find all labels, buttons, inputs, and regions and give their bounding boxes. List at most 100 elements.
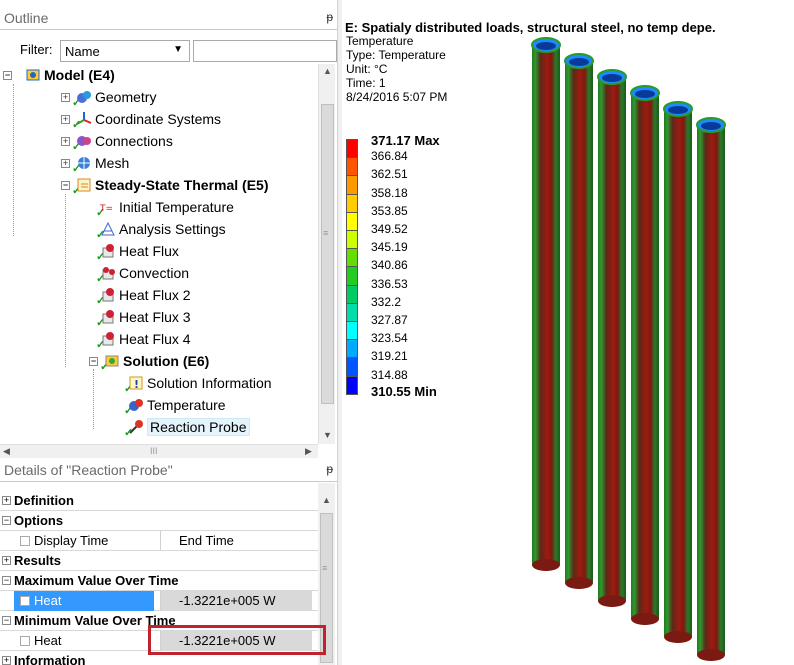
collapse-icon[interactable]: − bbox=[2, 516, 11, 525]
reaction-probe-icon bbox=[128, 419, 144, 435]
filter-input[interactable] bbox=[193, 40, 337, 62]
heat-flux-icon bbox=[100, 287, 116, 303]
expand-icon[interactable]: + bbox=[2, 496, 11, 505]
expand-icon[interactable]: + bbox=[61, 93, 70, 102]
legend-value-label: 349.52 bbox=[371, 222, 408, 236]
pin-icon[interactable]: ᵽ bbox=[326, 10, 333, 24]
pipe[interactable] bbox=[597, 69, 627, 607]
legend-value-label: 327.87 bbox=[371, 313, 408, 327]
thermal-analysis-icon bbox=[76, 177, 92, 193]
legend-swatch bbox=[346, 321, 358, 341]
model-icon bbox=[25, 67, 41, 83]
filter-row: Filter: Name ▼ bbox=[20, 40, 337, 62]
filter-select-value: Name bbox=[65, 44, 100, 59]
collapse-icon[interactable]: − bbox=[3, 71, 12, 80]
expand-icon[interactable]: + bbox=[61, 115, 70, 124]
highlight-annotation-box bbox=[148, 625, 326, 655]
pipe-body bbox=[631, 93, 659, 619]
legend-swatch bbox=[346, 230, 358, 250]
legend-swatch bbox=[346, 302, 358, 322]
legend-value-label: 319.21 bbox=[371, 349, 408, 364]
details-category-maximum-value[interactable]: − Maximum Value Over Time bbox=[0, 571, 318, 591]
legend-swatch bbox=[346, 357, 358, 377]
expand-icon[interactable]: + bbox=[61, 159, 70, 168]
pipe-inner bbox=[536, 42, 556, 50]
pipe-bottom bbox=[598, 595, 626, 607]
pipe[interactable] bbox=[630, 85, 660, 625]
pin-icon[interactable]: ᵽ bbox=[326, 462, 333, 476]
temperature-result-icon bbox=[128, 397, 144, 413]
collapse-icon[interactable]: − bbox=[61, 181, 70, 190]
details-category-definition[interactable]: + Definition bbox=[0, 491, 318, 511]
pipe-bottom bbox=[697, 649, 725, 661]
pipe-inner bbox=[701, 122, 721, 130]
pipe[interactable] bbox=[531, 37, 561, 571]
heat-flux-icon bbox=[100, 243, 116, 259]
parameter-checkbox[interactable] bbox=[20, 596, 30, 606]
pipe-bottom bbox=[565, 577, 593, 589]
pipe-body bbox=[697, 125, 725, 655]
expand-icon[interactable]: + bbox=[2, 656, 11, 665]
display-time-value[interactable]: End Time bbox=[160, 531, 312, 551]
pipe[interactable] bbox=[663, 101, 693, 643]
scroll-right-icon[interactable]: ▶ bbox=[305, 446, 312, 457]
legend-value-label: 353.85 bbox=[371, 203, 408, 218]
pipe[interactable] bbox=[696, 117, 726, 661]
expand-icon[interactable]: + bbox=[61, 137, 70, 146]
max-heat-value: -1.3221e+005 W bbox=[160, 591, 312, 611]
scroll-down-icon[interactable]: ▼ bbox=[323, 430, 332, 440]
details-panel-title: Details of "Reaction Probe" ᵽ bbox=[0, 460, 337, 482]
solution-information-icon: ! bbox=[128, 375, 144, 391]
svg-text:T=: T= bbox=[100, 204, 113, 214]
parameter-checkbox[interactable] bbox=[20, 536, 30, 546]
legend-swatch bbox=[346, 284, 358, 304]
legend-swatch bbox=[346, 339, 358, 359]
scroll-up-icon[interactable]: ▲ bbox=[323, 66, 332, 76]
legend-swatch bbox=[346, 266, 358, 286]
parameter-checkbox[interactable] bbox=[20, 636, 30, 646]
legend-value-label: 366.84 bbox=[371, 149, 408, 164]
legend-swatch bbox=[346, 211, 358, 231]
scroll-grip-icon: ≡ bbox=[322, 563, 328, 573]
convection-icon bbox=[100, 265, 116, 281]
filter-select[interactable]: Name ▼ bbox=[60, 40, 190, 62]
details-category-options[interactable]: − Options bbox=[0, 511, 318, 531]
analysis-settings-icon bbox=[100, 221, 116, 237]
legend-value-label: 314.88 bbox=[371, 367, 408, 382]
pipe-inner bbox=[602, 74, 622, 82]
mesh-icon bbox=[76, 155, 92, 171]
collapse-icon[interactable]: − bbox=[2, 576, 11, 585]
scroll-up-icon[interactable]: ▲ bbox=[322, 495, 331, 505]
svg-text:!: ! bbox=[134, 378, 139, 391]
legend-value-label: 345.19 bbox=[371, 240, 408, 255]
legend-value-label: 340.86 bbox=[371, 258, 408, 273]
pipe[interactable] bbox=[564, 53, 594, 589]
pipe-model[interactable] bbox=[342, 0, 794, 665]
expand-icon[interactable]: + bbox=[2, 556, 11, 565]
collapse-icon[interactable]: − bbox=[2, 616, 11, 625]
pipe-body bbox=[565, 61, 593, 583]
legend-value-label: 358.18 bbox=[371, 185, 408, 200]
heat-flux-icon bbox=[100, 309, 116, 325]
details-row-display-time[interactable]: Display Time End Time bbox=[0, 531, 318, 551]
scroll-grip-text: III bbox=[150, 446, 158, 456]
details-title-text: Details of "Reaction Probe" bbox=[4, 462, 173, 478]
legend-swatch bbox=[346, 248, 358, 268]
legend-value-label: 332.2 bbox=[371, 294, 402, 309]
outline-tree: − Model (E4) + ✓ Geometry + ✓ Coordinate… bbox=[0, 64, 318, 444]
graphics-viewport[interactable]: E: Spatialy distributed loads, structura… bbox=[342, 0, 794, 665]
legend-swatch bbox=[346, 193, 358, 213]
solution-icon bbox=[104, 353, 120, 369]
legend-swatch bbox=[346, 175, 358, 195]
outline-vertical-scrollbar[interactable]: ▲ ≡ ▼ bbox=[318, 64, 335, 444]
details-row-max-heat[interactable]: Heat -1.3221e+005 W bbox=[0, 591, 318, 611]
collapse-icon[interactable]: − bbox=[89, 357, 98, 366]
scroll-left-icon[interactable]: ◀ bbox=[3, 446, 10, 457]
scroll-thumb[interactable] bbox=[321, 104, 334, 404]
pipe-bottom bbox=[532, 559, 560, 571]
pipe-body bbox=[598, 77, 626, 601]
pipe-bottom bbox=[631, 613, 659, 625]
details-category-results[interactable]: + Results bbox=[0, 551, 318, 571]
pipe-inner bbox=[635, 90, 655, 98]
outline-horizontal-scrollbar[interactable]: ◀ III ▶ bbox=[0, 444, 318, 458]
